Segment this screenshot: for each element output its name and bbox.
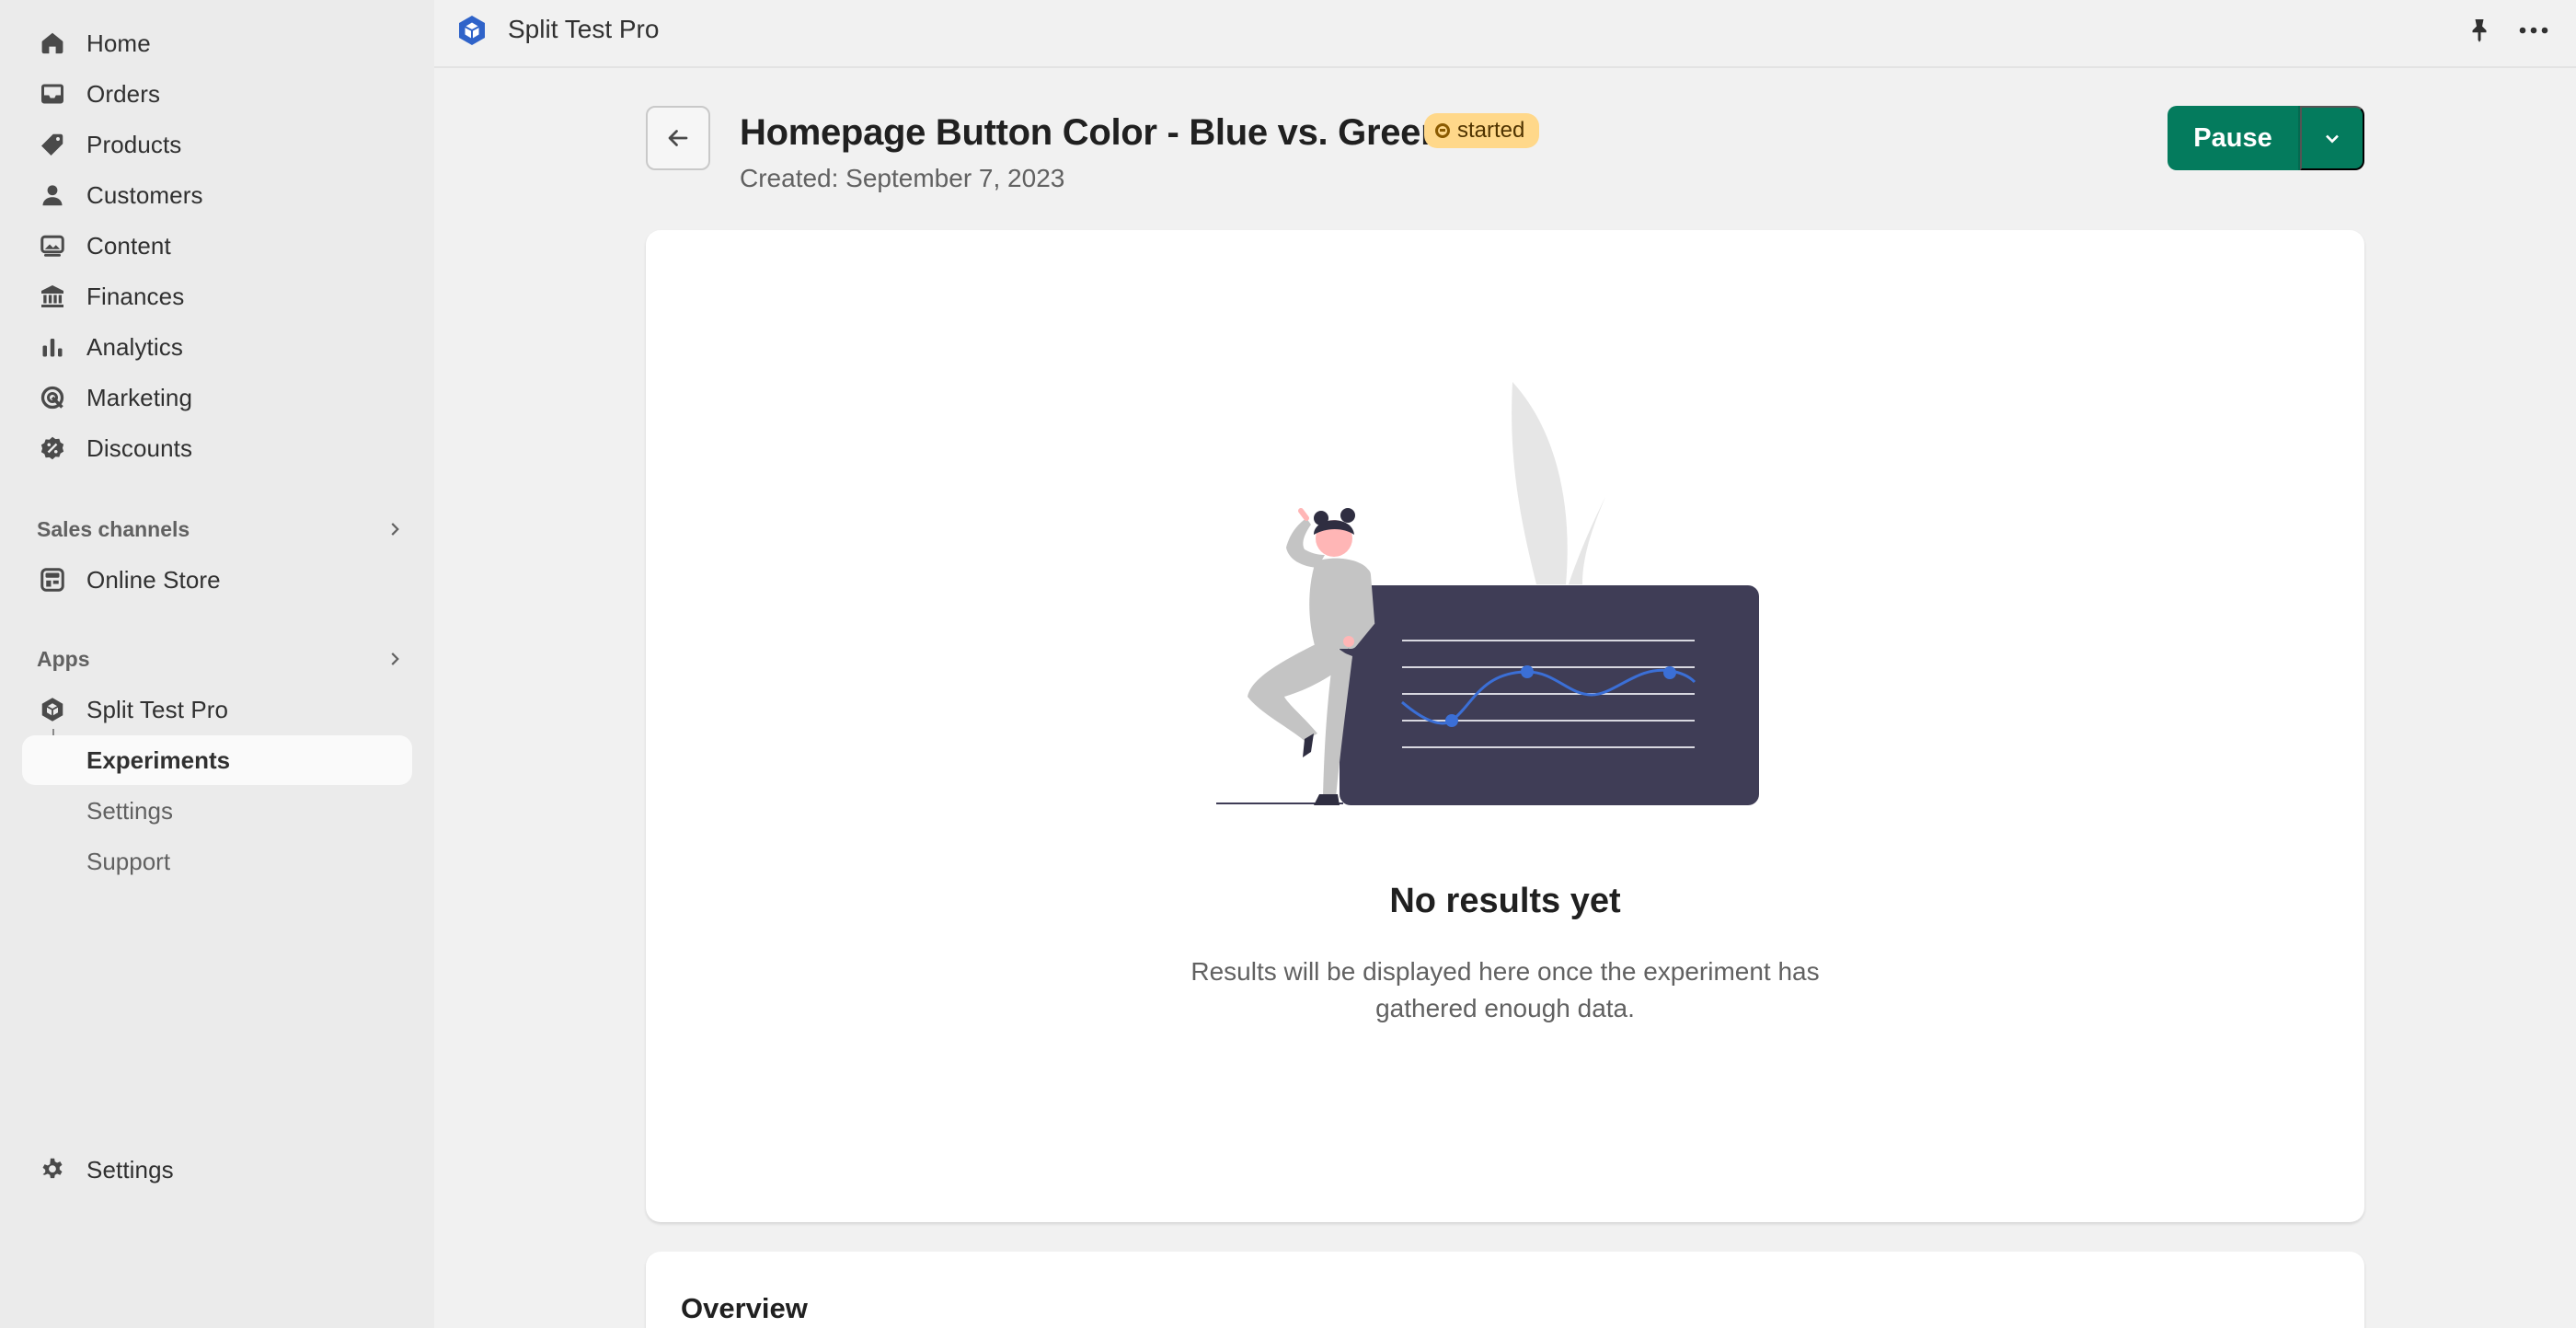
nav-customers[interactable]: Customers bbox=[22, 170, 412, 220]
apps-header[interactable]: Apps bbox=[37, 641, 405, 677]
nav-online-store[interactable]: Online Store bbox=[22, 555, 412, 605]
nav-products[interactable]: Products bbox=[22, 120, 412, 169]
arrow-left-icon bbox=[668, 130, 688, 146]
nav-label: Customers bbox=[86, 180, 203, 209]
app-cube-icon bbox=[39, 696, 66, 723]
nav-label: Home bbox=[86, 29, 151, 57]
store-icon bbox=[39, 566, 66, 594]
empty-state-title: No results yet bbox=[1389, 882, 1621, 920]
sub-item-support[interactable]: Support bbox=[22, 837, 412, 886]
back-button[interactable] bbox=[646, 106, 710, 170]
nav-discounts[interactable]: Discounts bbox=[22, 423, 412, 473]
nav-label: Content bbox=[86, 231, 171, 260]
sales-channels-header[interactable]: Sales channels bbox=[37, 511, 405, 548]
section-label: Sales channels bbox=[37, 516, 190, 541]
more-horizontal-icon[interactable] bbox=[2517, 17, 2550, 44]
chevron-right-icon bbox=[391, 652, 399, 665]
app-name: Split Test Pro bbox=[508, 15, 660, 43]
target-icon bbox=[39, 384, 66, 411]
bank-icon bbox=[39, 283, 66, 310]
inbox-icon bbox=[39, 80, 66, 108]
nav-label: Settings bbox=[86, 1155, 174, 1184]
pause-button[interactable]: Pause bbox=[2168, 106, 2298, 170]
status-badge: started bbox=[1424, 113, 1540, 148]
nav-label: Online Store bbox=[86, 565, 221, 594]
discount-icon bbox=[39, 434, 66, 462]
empty-state-description: Results will be displayed here once the … bbox=[1190, 957, 1820, 1022]
overview-card bbox=[646, 1252, 2364, 1328]
section-label: Apps bbox=[37, 646, 90, 671]
status-dot-icon bbox=[1435, 123, 1450, 138]
nav-home[interactable]: Home bbox=[22, 18, 412, 68]
person-icon bbox=[39, 181, 66, 209]
nav-label: Products bbox=[86, 130, 182, 158]
sub-item-label: Support bbox=[86, 847, 171, 875]
sub-item-experiments[interactable]: Experiments bbox=[22, 735, 412, 785]
nav-content[interactable]: Content bbox=[22, 221, 412, 271]
nav-label: Analytics bbox=[86, 332, 183, 361]
nav-app-split-test-pro[interactable]: Split Test Pro bbox=[22, 685, 412, 734]
sub-item-label: Settings bbox=[86, 796, 173, 825]
tag-icon bbox=[39, 131, 66, 158]
overview-title: Overview bbox=[681, 1292, 808, 1324]
nav-label: Orders bbox=[86, 79, 161, 108]
nav-label: Discounts bbox=[86, 433, 193, 462]
chevron-right-icon bbox=[391, 523, 399, 536]
sub-item-label: Experiments bbox=[86, 745, 231, 774]
nav-analytics[interactable]: Analytics bbox=[22, 322, 412, 372]
nav-settings[interactable]: Settings bbox=[22, 1145, 412, 1195]
sidebar: Home Orders Products Customers Content F… bbox=[0, 0, 434, 1328]
chevron-down-icon bbox=[2326, 134, 2339, 144]
sub-item-settings[interactable]: Settings bbox=[22, 786, 412, 836]
pause-menu-button[interactable] bbox=[2300, 106, 2364, 170]
nav-label: Split Test Pro bbox=[86, 695, 229, 723]
status-label: started bbox=[1457, 118, 1525, 143]
created-date: Created: September 7, 2023 bbox=[740, 164, 1065, 192]
gear-icon bbox=[39, 1156, 66, 1184]
nav-label: Marketing bbox=[86, 383, 193, 411]
top-bar: Split Test Pro bbox=[434, 0, 2576, 68]
bar-chart-icon bbox=[39, 333, 66, 361]
empty-state-illustration bbox=[1216, 382, 1759, 805]
pin-icon[interactable] bbox=[2466, 17, 2493, 44]
page-title: Homepage Button Color - Blue vs. Green bbox=[740, 112, 1443, 153]
home-icon bbox=[39, 29, 66, 57]
nav-orders[interactable]: Orders bbox=[22, 69, 412, 119]
app-logo-icon bbox=[459, 16, 485, 45]
image-icon bbox=[39, 232, 66, 260]
nav-label: Finances bbox=[86, 282, 185, 310]
nav-marketing[interactable]: Marketing bbox=[22, 373, 412, 422]
nav-finances[interactable]: Finances bbox=[22, 271, 412, 321]
